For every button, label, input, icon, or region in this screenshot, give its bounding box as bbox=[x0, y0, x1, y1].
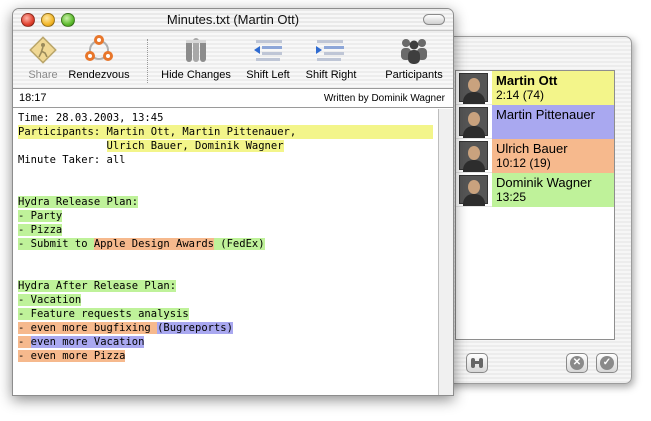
hide-changes-button[interactable]: Hide Changes bbox=[158, 34, 234, 88]
participant-info: Ulrich Bauer 10:12 (19) bbox=[492, 139, 614, 173]
participant-row-martin-pittenauer[interactable]: Martin Pittenauer bbox=[456, 105, 614, 139]
participants-label: Participants bbox=[385, 69, 443, 81]
participant-info: Martin Ott 2:14 (74) bbox=[492, 71, 614, 105]
text-segment: Hydra After Release Plan: bbox=[18, 280, 177, 292]
shift-left-label: Shift Left bbox=[246, 69, 290, 81]
avatar bbox=[459, 107, 488, 138]
share-button[interactable]: Share bbox=[21, 34, 65, 88]
text-segment: (FedEx) bbox=[213, 238, 265, 250]
participants-icon bbox=[398, 34, 430, 66]
hide-changes-label: Hide Changes bbox=[161, 69, 231, 81]
title-bar[interactable]: Minutes.txt (Martin Ott) bbox=[13, 9, 453, 31]
text-editor[interactable]: Time: 28.03.2003, 13:45 Participants: Ma… bbox=[13, 109, 439, 395]
author-info: Written by Dominik Wagner bbox=[323, 93, 445, 104]
text-segment: - Feature requests analysis bbox=[18, 308, 189, 320]
cursor-position[interactable]: 18:17 bbox=[19, 92, 47, 104]
shift-right-label: Shift Right bbox=[305, 69, 357, 81]
participant-info: Martin Pittenauer bbox=[492, 105, 614, 139]
rendezvous-button[interactable]: Rendezvous bbox=[66, 34, 132, 88]
participant-name: Dominik Wagner bbox=[496, 175, 592, 190]
text-line: - Party bbox=[18, 209, 439, 223]
text-line: - even more Pizza bbox=[18, 349, 439, 363]
text-segment: - Submit to bbox=[18, 238, 94, 250]
share-label: Share bbox=[28, 69, 58, 81]
empty-line bbox=[18, 167, 439, 181]
text-line: - Vacation bbox=[18, 293, 439, 307]
text-line: Participants: Martin Ott, Martin Pittena… bbox=[18, 125, 433, 139]
text-segment: - even more bugfixing bbox=[18, 322, 158, 334]
accept-button[interactable]: ✓ bbox=[596, 353, 618, 373]
shift-left-button[interactable]: Shift Left bbox=[240, 34, 296, 88]
text-line: Minute Taker: all bbox=[18, 153, 439, 167]
text-segment: - bbox=[18, 336, 31, 348]
participants-button[interactable]: Participants bbox=[379, 34, 449, 88]
document-window: Minutes.txt (Martin Ott) Share Rendezvou… bbox=[12, 8, 454, 396]
text-line: Hydra Release Plan: bbox=[18, 195, 439, 209]
text-line: Time: 28.03.2003, 13:45 bbox=[18, 111, 439, 125]
text-segment: Time: 28.03.2003, 13:45 bbox=[18, 112, 164, 124]
text-segment: Ulrich Bauer, Dominik Wagner bbox=[106, 140, 284, 152]
editor-scrollbar[interactable] bbox=[438, 109, 453, 395]
empty-line bbox=[18, 251, 439, 265]
participant-name: Martin Pittenauer bbox=[496, 107, 595, 122]
text-segment: Minute Taker: all bbox=[18, 154, 126, 166]
participant-row-martin-ott[interactable]: Martin Ott 2:14 (74) bbox=[456, 71, 614, 105]
text-segment: - Party bbox=[18, 210, 63, 222]
toolbar-separator bbox=[147, 39, 148, 83]
text-segment: - Pizza bbox=[18, 224, 63, 236]
text-line: - even more Vacation bbox=[18, 335, 439, 349]
text-segment: even more Vacation bbox=[30, 336, 145, 348]
text-segment: Hydra Release Plan: bbox=[18, 196, 139, 208]
share-icon bbox=[27, 34, 59, 66]
participant-name: Ulrich Bauer bbox=[496, 141, 568, 156]
text-segment bbox=[18, 140, 107, 152]
text-segment: Martin Ott, Martin Pittenauer, bbox=[106, 126, 297, 138]
toolbar-toggle-button[interactable] bbox=[423, 14, 445, 25]
text-segment: Apple Design Awards bbox=[93, 238, 214, 250]
binoculars-icon bbox=[471, 358, 483, 368]
shift-left-icon bbox=[252, 34, 284, 66]
text-segment: (Bugreports) bbox=[157, 322, 233, 334]
window-title: Minutes.txt (Martin Ott) bbox=[166, 12, 300, 27]
participant-detail: 10:12 (19) bbox=[496, 156, 551, 170]
participant-row-ulrich-bauer[interactable]: Ulrich Bauer 10:12 (19) bbox=[456, 139, 614, 173]
follow-button[interactable] bbox=[466, 353, 488, 373]
status-bar: 18:17 Written by Dominik Wagner bbox=[13, 90, 453, 108]
participants-list[interactable]: Martin Ott 2:14 (74) Martin Pittenauer U… bbox=[455, 70, 615, 340]
kick-button[interactable]: ✕ bbox=[566, 353, 588, 373]
shift-right-button[interactable]: Shift Right bbox=[299, 34, 363, 88]
text-line: - Pizza bbox=[18, 223, 439, 237]
text-segment: - Vacation bbox=[18, 294, 82, 306]
toolbar: Share Rendezvous Hide Changes Shift Left… bbox=[13, 31, 453, 89]
hide-changes-icon bbox=[180, 34, 212, 66]
participant-detail: 2:14 (74) bbox=[496, 88, 545, 102]
participant-row-dominik-wagner[interactable]: Dominik Wagner 13:25 bbox=[456, 173, 614, 207]
participant-detail: 13:25 bbox=[496, 190, 527, 204]
rendezvous-icon bbox=[83, 34, 115, 66]
checkmark-icon: ✓ bbox=[600, 356, 614, 370]
avatar bbox=[459, 73, 488, 104]
close-icon: ✕ bbox=[570, 356, 584, 370]
text-line: - even more bugfixing (Bugreports) bbox=[18, 321, 439, 335]
list-scrollbar[interactable] bbox=[612, 71, 614, 339]
empty-line bbox=[18, 265, 439, 279]
rendezvous-label: Rendezvous bbox=[68, 69, 130, 81]
text-segment: Participants: bbox=[18, 126, 107, 138]
text-segment: - even more Pizza bbox=[18, 350, 126, 362]
participant-name: Martin Ott bbox=[496, 73, 558, 88]
shift-right-icon bbox=[315, 34, 347, 66]
text-line: - Feature requests analysis bbox=[18, 307, 439, 321]
participant-info: Dominik Wagner 13:25 bbox=[492, 173, 614, 207]
empty-line bbox=[18, 181, 439, 195]
text-line: Hydra After Release Plan: bbox=[18, 279, 439, 293]
avatar bbox=[459, 175, 488, 206]
avatar bbox=[459, 141, 488, 172]
text-line: Ulrich Bauer, Dominik Wagner bbox=[18, 139, 439, 153]
text-line: - Submit to Apple Design Awards (FedEx) bbox=[18, 237, 439, 251]
